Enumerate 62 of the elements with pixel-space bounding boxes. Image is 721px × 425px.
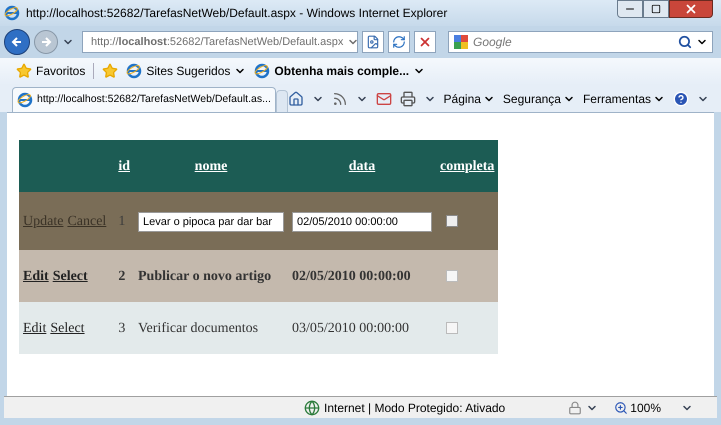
page-icon [366,35,380,49]
home-icon[interactable] [288,91,304,107]
data-text: 03/05/2010 00:00:00 [292,320,410,336]
printer-icon[interactable] [400,91,416,107]
row-action-link[interactable]: Select [52,268,88,284]
data-input[interactable]: 02/05/2010 00:00:00 [292,212,432,232]
nome-text: Verificar documentos [138,320,258,336]
browser-logo-icon [17,92,33,108]
search-icon[interactable] [678,35,692,49]
maximize-icon [651,4,661,14]
window-title: http://localhost:52682/TarefasNetWeb/Default.aspx - Windows Internet Explorer [26,5,448,22]
mail-icon[interactable] [376,91,392,107]
column-sort-link[interactable]: completa [440,158,494,174]
compatibility-button[interactable] [362,31,384,53]
data-text: 02/05/2010 00:00:00 [292,268,411,284]
back-button[interactable] [4,29,30,55]
search-field[interactable]: Google [473,33,674,51]
command-menu[interactable]: Segurança [502,90,575,108]
id-text: 2 [118,268,126,284]
completa-checkbox[interactable] [446,215,458,227]
favorites-link[interactable]: Sites Sugeridos [126,62,246,80]
feed-icon[interactable] [332,91,348,107]
search-engine-logo-icon [453,34,469,50]
browser-tab[interactable]: http://localhost:52682/TarefasNetWeb/Default.as... [12,87,276,112]
row-action-link[interactable]: Edit [23,268,49,284]
zoom-button[interactable]: 100% [614,398,661,416]
status-text: Internet | Modo Protegido: Ativado [324,400,506,416]
refresh-button[interactable] [388,31,410,53]
globe-icon [304,400,320,416]
command-menu[interactable]: Página [444,90,495,108]
close-icon [684,2,698,16]
stop-button[interactable] [414,31,436,53]
close-button[interactable] [669,0,713,18]
maximize-button[interactable] [643,0,669,18]
nome-text: Publicar o novo artigo [138,268,272,284]
table-row[interactable]: Update Cancel 1 Levar o pipoca par dar bar 02/05/2010 00:00:00 [19,192,498,250]
forward-arrow-icon [40,36,52,48]
url-text: http://localhost:52682/TarefasNetWeb/Default.aspx [91,34,344,50]
search-bar[interactable]: Google [448,31,713,53]
zoom-icon [614,400,628,414]
table-row[interactable]: Edit Select 2 Publicar o novo artigo 02/05/2010 00:00:00 [19,250,498,302]
favorites-button[interactable]: Favoritos [16,62,86,80]
star-icon [16,63,32,79]
favorites-link[interactable]: Obtenha mais comple... [254,62,426,80]
help-icon[interactable] [673,91,689,107]
address-field[interactable]: http://localhost:52682/TarefasNetWeb/Default.aspx [82,31,358,53]
id-text: 1 [118,214,126,228]
stop-icon [418,35,432,49]
row-action-link[interactable]: Select [50,320,85,336]
command-menu[interactable]: Ferramentas [582,90,665,108]
browser-logo-icon [126,63,142,79]
nome-input[interactable]: Levar o pipoca par dar bar [138,212,284,232]
table-row[interactable]: Edit Select 3 Verificar documentos 03/05/2010 00:00:00 [19,302,498,354]
back-arrow-icon [11,36,23,48]
id-text: 3 [118,320,126,336]
browser-logo-icon [254,63,270,79]
column-sort-link[interactable]: nome [194,158,228,174]
browser-logo-icon [4,5,20,21]
refresh-icon [392,35,406,49]
column-sort-link[interactable]: id [118,158,130,174]
row-action-link[interactable]: Edit [23,320,46,336]
column-sort-link[interactable]: data [348,158,376,174]
